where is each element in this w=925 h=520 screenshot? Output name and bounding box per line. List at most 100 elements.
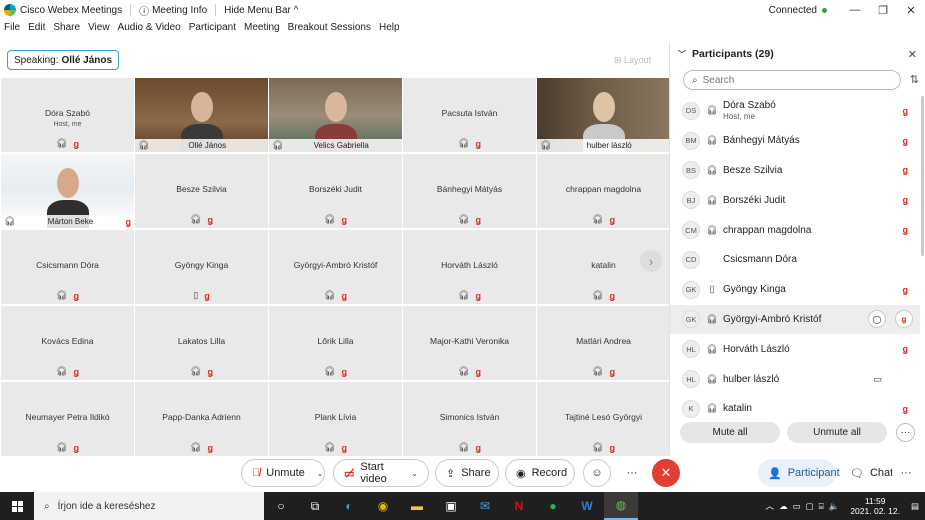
mic-muted-icon[interactable]: ǥ — [895, 310, 913, 329]
mic-muted-icon[interactable]: ǥ — [903, 285, 909, 295]
participant-row[interactable]: CM 🎧︎ chrappan magdolna ǥ — [670, 215, 920, 245]
mic-muted-icon[interactable]: ǥ — [903, 136, 909, 146]
menu-share[interactable]: Share — [53, 22, 80, 38]
participant-row[interactable]: BJ 🎧︎ Borszéki Judit ǥ — [670, 185, 920, 215]
participant-tile[interactable]: Pacsuta István 🎧︎ ǥ — [403, 78, 536, 152]
participant-row[interactable]: GK ▯ Gyöngy Kinga ǥ — [670, 275, 920, 305]
webex-taskbar-icon[interactable]: ◍ — [604, 492, 638, 520]
hide-menu-bar-button[interactable]: Hide Menu Bar ^ — [224, 5, 298, 16]
edge-icon[interactable]: ◐ — [332, 492, 366, 520]
restore-icon[interactable]: ❐ — [869, 4, 897, 17]
start-button[interactable] — [0, 492, 34, 520]
store-icon[interactable]: ▣ — [434, 492, 468, 520]
participant-tile[interactable]: Simonics István 🎧︎ ǥ — [403, 382, 536, 456]
participant-tile[interactable]: Neumayer Petra Ildikó 🎧︎ ǥ — [1, 382, 134, 456]
file-explorer-icon[interactable]: ▬ — [400, 492, 434, 520]
menu-file[interactable]: File — [4, 22, 20, 38]
mic-muted-icon[interactable]: ǥ — [903, 404, 909, 414]
participant-row[interactable]: GK 🎧︎ Györgyi-Ambró Kristóf ◯ ǥ — [670, 304, 920, 335]
participant-tile[interactable]: Bánhegyi Mátyás 🎧︎ ǥ — [403, 154, 536, 228]
menu-edit[interactable]: Edit — [28, 22, 45, 38]
task-view-icon[interactable]: ⧉ — [298, 492, 332, 520]
participant-tile[interactable]: Horváth László 🎧︎ ǥ — [403, 230, 536, 304]
collapse-chevron-icon[interactable]: ﹀ — [678, 49, 686, 60]
participant-tile[interactable]: 🎧︎ Ollé János — [135, 78, 268, 152]
mic-muted-icon[interactable]: ǥ — [903, 225, 909, 235]
device-icon[interactable]: ▭ — [793, 501, 801, 512]
volume-icon[interactable]: 🔈 — [829, 501, 840, 512]
close-icon[interactable]: ✕ — [897, 4, 925, 17]
participant-tile[interactable]: Csicsmann Dóra 🎧︎ ǥ — [1, 230, 134, 304]
end-call-icon[interactable]: ✕ — [652, 459, 680, 487]
mic-muted-icon[interactable]: ǥ — [903, 165, 909, 175]
participants-tab-button[interactable]: 👤 Participants — [758, 459, 845, 487]
notifications-icon[interactable]: ▤ — [911, 501, 919, 512]
participant-tile[interactable]: Dóra Szabó Host, me 🎧︎ ǥ — [1, 78, 134, 152]
participant-row[interactable]: HL 🎧︎ Horváth László ǥ — [670, 334, 920, 364]
unmute-button[interactable]: 🎙̸ Unmute ⌄ — [241, 459, 325, 487]
participant-tile[interactable]: Major-Kathi Veronika 🎧︎ ǥ — [403, 306, 536, 380]
reactions-icon[interactable]: ☺ — [583, 459, 611, 487]
participant-tile[interactable]: Papp-Danka Adrienn 🎧︎ ǥ — [135, 382, 268, 456]
chat-icon[interactable]: ◯ — [868, 310, 886, 329]
participant-tile[interactable]: 🎧︎ Velics Gabriella — [269, 78, 402, 152]
chrome-icon[interactable]: ◉ — [366, 492, 400, 520]
menu-participant[interactable]: Participant — [189, 22, 236, 38]
next-page-arrow-icon[interactable]: › — [640, 250, 662, 272]
participant-row[interactable]: DS 🎧︎ Dóra Szabó Host, me ǥ — [670, 96, 920, 126]
more-icon[interactable]: ··· — [618, 459, 646, 487]
close-panel-icon[interactable]: ✕ — [908, 48, 917, 61]
network-icon[interactable]: ⌸ — [819, 501, 824, 512]
participant-tile[interactable]: Plank Lívia 🎧︎ ǥ — [269, 382, 402, 456]
sort-icon[interactable]: ⇅ — [910, 73, 919, 86]
menu-breakout-sessions[interactable]: Breakout Sessions — [288, 22, 371, 38]
participant-tile[interactable]: Borszéki Judit 🎧︎ ǥ — [269, 154, 402, 228]
participant-row[interactable]: HL 🎧︎ hulber lászló ▭ — [670, 364, 920, 394]
minimize-icon[interactable]: — — [841, 4, 869, 16]
mic-muted-icon[interactable]: ǥ — [903, 195, 909, 205]
menu-meeting[interactable]: Meeting — [244, 22, 280, 38]
netflix-icon[interactable]: N — [502, 492, 536, 520]
participant-tile[interactable]: Lőrik Lilla 🎧︎ ǥ — [269, 306, 402, 380]
cortana-icon[interactable]: ○ — [264, 492, 298, 520]
participant-row[interactable]: K 🎧︎ katalin ǥ — [670, 394, 920, 424]
mail-icon[interactable]: ✉ — [468, 492, 502, 520]
participant-tile[interactable]: chrappan magdolna 🎧︎ ǥ — [537, 154, 670, 228]
layout-button[interactable]: ⊞ Layout — [614, 55, 651, 66]
participant-tile[interactable]: Lakatos Lilla 🎧︎ ǥ — [135, 306, 268, 380]
chevron-down-icon[interactable]: ⌄ — [317, 469, 324, 478]
mic-muted-icon[interactable]: ǥ — [903, 344, 909, 354]
participant-row[interactable]: CD Csicsmann Dóra — [670, 245, 920, 275]
more-options-icon[interactable]: ··· — [896, 423, 915, 442]
participant-row[interactable]: BM 🎧︎ Bánhegyi Mátyás ǥ — [670, 126, 920, 156]
share-button[interactable]: ⇪ Share — [435, 459, 499, 487]
more-panels-icon[interactable]: ··· — [892, 459, 920, 487]
chevron-up-icon[interactable]: ︿ — [766, 500, 775, 512]
menu-help[interactable]: Help — [379, 22, 400, 38]
onedrive-icon[interactable]: ☁ — [779, 501, 788, 512]
spotify-icon[interactable]: ● — [536, 492, 570, 520]
participant-tile[interactable]: Besze Szilvia 🎧︎ ǥ — [135, 154, 268, 228]
taskbar-search[interactable]: ⌕ Írjon ide a kereséshez — [34, 492, 264, 520]
participant-tile[interactable]: 🎧︎ Márton Beke ǥ — [1, 154, 134, 228]
scrollbar[interactable] — [921, 96, 924, 256]
participant-tile[interactable]: Tajtiné Lesó Györgyi 🎧︎ ǥ — [537, 382, 670, 456]
participant-search[interactable]: ⌕ — [683, 70, 901, 90]
chat-button[interactable]: 🗨 Chat — [840, 459, 893, 487]
mic-muted-icon[interactable]: ǥ — [903, 106, 909, 116]
unmute-all-button[interactable]: Unmute all — [787, 422, 887, 443]
participant-tile[interactable]: Kovács Edina 🎧︎ ǥ — [1, 306, 134, 380]
participant-tile[interactable]: Györgyi-Ambró Kristóf 🎧︎ ǥ — [269, 230, 402, 304]
chevron-down-icon[interactable]: ⌄ — [411, 469, 418, 478]
clock[interactable]: 11:59 2021. 02. 12. — [850, 496, 900, 516]
participant-tile[interactable]: Matlári Andrea 🎧︎ ǥ — [537, 306, 670, 380]
participant-tile[interactable]: 🎧︎ hulber lászló — [537, 78, 670, 152]
word-icon[interactable]: W — [570, 492, 604, 520]
meeting-info-button[interactable]: ⓘ Meeting Info — [139, 3, 207, 18]
display-icon[interactable]: ▢ — [806, 501, 814, 512]
search-input[interactable] — [702, 74, 883, 86]
start-video-button[interactable]: ▭̸ Start video ⌄ — [333, 459, 429, 487]
participant-tile[interactable]: Gyöngy Kinga ▯ ǥ — [135, 230, 268, 304]
mute-all-button[interactable]: Mute all — [680, 422, 780, 443]
menu-view[interactable]: View — [88, 22, 110, 38]
